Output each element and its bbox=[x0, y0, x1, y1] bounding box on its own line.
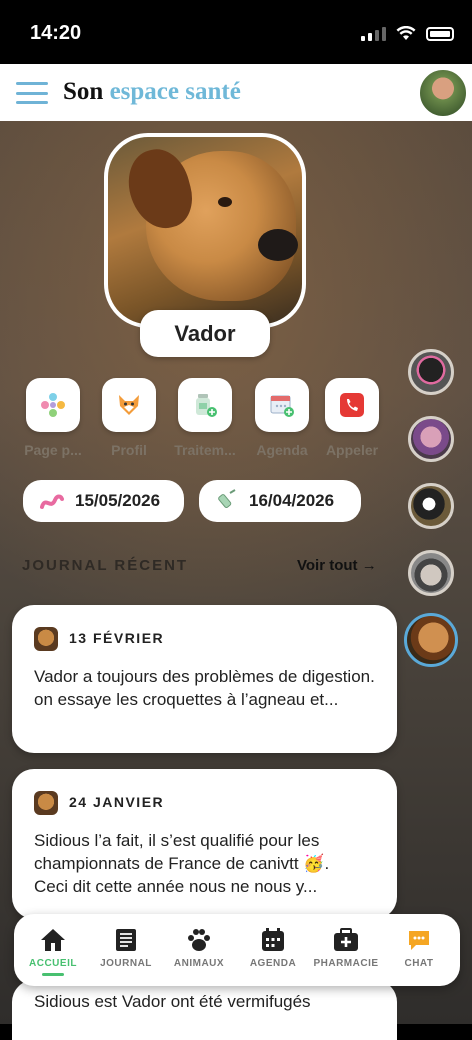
entry-text: Sidious l’a fait, il s’est qualifié pour… bbox=[34, 829, 379, 898]
battery-icon bbox=[426, 26, 454, 41]
entry-text: Sidious est Vador ont été vermifugés bbox=[34, 992, 311, 1011]
menu-icon[interactable] bbox=[16, 82, 48, 104]
tab-chat[interactable]: CHAT bbox=[382, 926, 456, 969]
title-accent: espace santé bbox=[109, 78, 241, 105]
user-avatar[interactable] bbox=[418, 68, 468, 118]
pet-avatar[interactable] bbox=[408, 349, 454, 395]
tab-label: JOURNAL bbox=[100, 958, 152, 969]
entry-line: Ceci dit cette année nous ne nous y... bbox=[34, 877, 318, 896]
tab-pharmacie[interactable]: PHARMACIE bbox=[309, 926, 383, 969]
pet-avatar-selected[interactable] bbox=[404, 613, 458, 667]
tab-label: ACCUEIL bbox=[29, 958, 77, 969]
action-label: Appeler bbox=[325, 442, 379, 458]
medicine-icon bbox=[196, 394, 217, 417]
deworming-reminder[interactable]: 15/05/2026 bbox=[23, 480, 184, 522]
entry-line: on essaye les croquettes à l’agneau et..… bbox=[34, 690, 339, 709]
journal-icon bbox=[116, 929, 136, 951]
syringe-icon bbox=[218, 489, 236, 508]
pet-avatar[interactable] bbox=[408, 483, 454, 529]
page-title: Son espace santé bbox=[63, 78, 241, 106]
tab-animaux[interactable]: ANIMAUX bbox=[162, 926, 236, 969]
vaccine-reminder[interactable]: 16/04/2026 bbox=[199, 480, 361, 522]
paw-icon bbox=[188, 929, 210, 951]
pet-photo[interactable] bbox=[104, 133, 306, 328]
tab-journal[interactable]: JOURNAL bbox=[89, 926, 163, 969]
pet-name: Vador bbox=[140, 310, 270, 357]
action-label: Profil bbox=[111, 442, 147, 458]
action-label: Traitem... bbox=[174, 442, 236, 458]
tab-label: AGENDA bbox=[249, 958, 297, 969]
profile-button[interactable] bbox=[102, 378, 156, 432]
see-all-link[interactable]: Voir tout → bbox=[297, 557, 377, 574]
action-label: Page p... bbox=[24, 442, 82, 458]
entry-date: 13 FÉVRIER bbox=[69, 630, 165, 646]
reminder-date: 16/04/2026 bbox=[249, 491, 335, 510]
status-icons bbox=[361, 26, 454, 41]
home-icon bbox=[41, 929, 65, 951]
journal-entry[interactable]: 24 JANVIER Sidious l’a fait, il s’est qu… bbox=[12, 769, 397, 919]
tab-label: PHARMACIE bbox=[313, 958, 379, 969]
entry-line: Vador a toujours des problèmes de digest… bbox=[34, 667, 375, 686]
tab-accueil[interactable]: ACCUEIL bbox=[16, 926, 90, 976]
pet-avatar[interactable] bbox=[408, 416, 454, 462]
tab-agenda[interactable]: AGENDA bbox=[236, 926, 310, 969]
bottom-tab-bar: ACCUEIL JOURNAL ANIMAUX AGENDA PHARMACIE… bbox=[14, 914, 460, 986]
agenda-button[interactable] bbox=[255, 378, 309, 432]
phone-call-icon bbox=[340, 393, 364, 417]
pet-thumbnail bbox=[34, 627, 58, 651]
call-button[interactable] bbox=[325, 378, 379, 432]
fox-profile-icon bbox=[119, 395, 139, 415]
entry-line: Sidious l’a fait, il s’est qualifié pour… bbox=[34, 831, 330, 873]
wifi-icon bbox=[396, 26, 416, 40]
calendar-add-icon bbox=[270, 395, 294, 417]
first-aid-icon bbox=[334, 928, 358, 951]
pet-thumbnail bbox=[34, 791, 58, 815]
signal-icon bbox=[361, 26, 386, 41]
calendar-icon bbox=[262, 928, 284, 951]
status-bar: 14:20 bbox=[0, 0, 472, 64]
treatment-button[interactable] bbox=[178, 378, 232, 432]
chat-icon bbox=[409, 931, 429, 950]
worm-icon bbox=[40, 494, 64, 509]
status-time: 14:20 bbox=[30, 22, 82, 44]
tab-label: CHAT bbox=[404, 958, 434, 969]
entry-text: Vador a toujours des problèmes de digest… bbox=[34, 665, 379, 711]
entry-date: 24 JANVIER bbox=[69, 794, 165, 810]
journal-entry[interactable]: 13 FÉVRIER Vador a toujours des problème… bbox=[12, 605, 397, 753]
title-prefix: Son bbox=[63, 78, 104, 105]
section-title: JOURNAL RÉCENT bbox=[22, 557, 189, 574]
page-button[interactable] bbox=[26, 378, 80, 432]
pet-avatar[interactable] bbox=[408, 550, 454, 596]
tab-label: ANIMAUX bbox=[173, 958, 225, 969]
journal-entry[interactable]: Sidious est Vador ont été vermifugés bbox=[12, 980, 397, 1040]
page-icon bbox=[41, 393, 65, 417]
app-header: Son espace santé bbox=[0, 64, 472, 121]
active-tab-indicator bbox=[42, 973, 64, 976]
reminder-date: 15/05/2026 bbox=[75, 491, 161, 510]
